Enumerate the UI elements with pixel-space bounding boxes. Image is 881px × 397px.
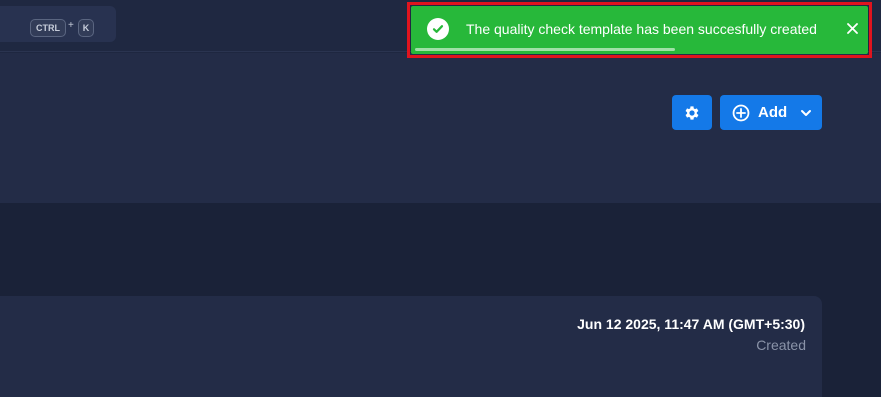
toast-progress-fill [415, 48, 676, 51]
shortcut-k-key: K [78, 19, 94, 37]
shortcut-plus: + [68, 20, 74, 31]
template-card [0, 296, 822, 397]
toast-progress-bar [415, 48, 864, 51]
chevron-down-icon [800, 107, 812, 119]
close-icon [846, 22, 858, 34]
check-circle-icon [427, 18, 449, 40]
plus-circle-icon [732, 104, 750, 121]
toast-close-button[interactable] [842, 18, 862, 38]
search-box[interactable]: CTRL + K [0, 6, 116, 42]
settings-button[interactable] [672, 95, 712, 130]
created-date: Jun 12 2025, 11:47 AM (GMT+5:30) [577, 316, 805, 332]
gear-icon [685, 105, 699, 120]
toast-message: The quality check template has been succ… [466, 21, 817, 37]
add-button[interactable]: Add [720, 95, 822, 130]
created-label: Created [756, 337, 806, 353]
success-toast: The quality check template has been succ… [411, 6, 868, 54]
shortcut-ctrl-key: CTRL [30, 19, 66, 37]
add-button-label: Add [758, 104, 788, 121]
